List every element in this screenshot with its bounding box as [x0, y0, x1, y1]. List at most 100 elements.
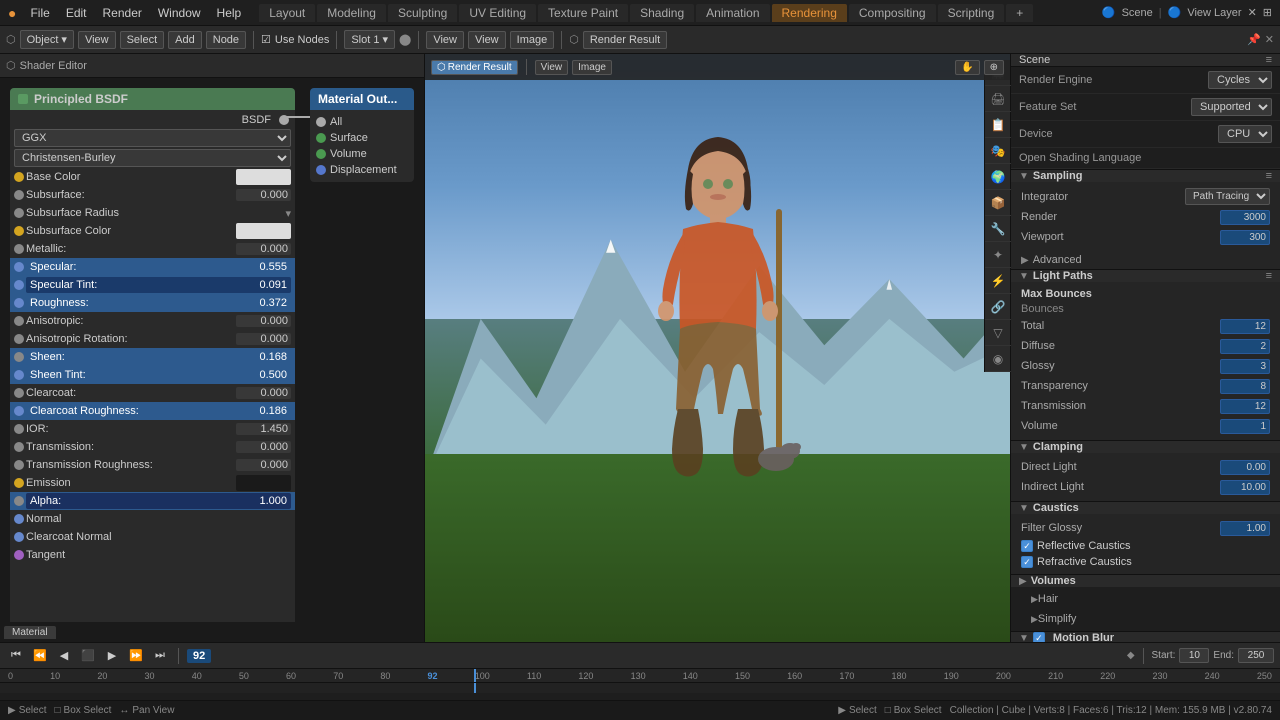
- sheen-tint-slider[interactable]: Sheen Tint: 0.500: [26, 367, 291, 383]
- feature-set-dropdown[interactable]: Supported: [1191, 98, 1272, 116]
- anisotropic-row[interactable]: Anisotropic:: [10, 312, 295, 330]
- clearcoat-normal-row[interactable]: Clearcoat Normal: [10, 528, 295, 546]
- base-color-row[interactable]: Base Color: [10, 168, 295, 186]
- view-dropdown[interactable]: View: [426, 31, 464, 49]
- top-right-x[interactable]: ✕: [1248, 6, 1257, 19]
- workspace-add[interactable]: +: [1006, 4, 1033, 22]
- transmission-roughness-row[interactable]: Transmission Roughness:: [10, 456, 295, 474]
- workspace-compositing[interactable]: Compositing: [849, 4, 936, 22]
- world-properties-icon[interactable]: 🌍: [1010, 164, 1011, 190]
- alpha-slider[interactable]: Alpha: 1.000: [26, 493, 291, 509]
- material-tab[interactable]: Material: [4, 626, 56, 639]
- subsurface-value[interactable]: [236, 189, 291, 201]
- workspace-layout[interactable]: Layout: [259, 4, 315, 22]
- render-properties-icon[interactable]: 🎬: [1010, 60, 1011, 86]
- normal-row[interactable]: Normal: [10, 510, 295, 528]
- metallic-value[interactable]: [236, 243, 291, 255]
- view-layer-properties-icon[interactable]: 📋: [1010, 112, 1011, 138]
- play-btn[interactable]: ▶: [102, 646, 122, 666]
- anisotropic-rotation-row[interactable]: Anisotropic Rotation:: [10, 330, 295, 348]
- workspace-sculpting[interactable]: Sculpting: [388, 4, 457, 22]
- end-frame-input[interactable]: [1238, 648, 1274, 663]
- sampling-settings-icon[interactable]: ≡: [1266, 170, 1272, 182]
- image-btn[interactable]: Image: [510, 31, 555, 49]
- render-menu[interactable]: Render: [97, 4, 148, 22]
- physics-properties-icon[interactable]: ⚡: [1010, 268, 1011, 294]
- particles-properties-icon[interactable]: ✦: [1010, 242, 1011, 268]
- volumes-section-header[interactable]: Volumes: [1011, 574, 1280, 587]
- sampling-section-header[interactable]: Sampling ≡: [1011, 169, 1280, 182]
- light-paths-section-header[interactable]: Light Paths ≡: [1011, 269, 1280, 282]
- workspace-uv-editing[interactable]: UV Editing: [459, 4, 536, 22]
- base-color-swatch[interactable]: [236, 169, 291, 185]
- refractive-caustics-checkbox[interactable]: ✓: [1021, 556, 1033, 568]
- distribution-row[interactable]: GGX: [10, 128, 295, 148]
- specular-tint-row[interactable]: Specular Tint: 0.091: [10, 276, 295, 294]
- render-result-btn[interactable]: ⬡ Render Result: [431, 60, 518, 75]
- clearcoat-value[interactable]: [236, 387, 291, 399]
- specular-row[interactable]: Specular: 0.555: [10, 258, 295, 276]
- tangent-row[interactable]: Tangent: [10, 546, 295, 564]
- material-properties-icon[interactable]: ◉: [1010, 346, 1011, 372]
- scene-properties-icon[interactable]: 🎭: [1010, 138, 1011, 164]
- select-btn[interactable]: Select: [120, 31, 165, 49]
- clearcoat-row[interactable]: Clearcoat:: [10, 384, 295, 402]
- workspace-rendering[interactable]: Rendering: [772, 4, 847, 22]
- integrator-dropdown[interactable]: Path Tracing: [1185, 188, 1270, 205]
- workspace-texture-paint[interactable]: Texture Paint: [538, 4, 628, 22]
- data-properties-icon[interactable]: ▽: [1010, 320, 1011, 346]
- indirect-light-value[interactable]: [1220, 480, 1270, 495]
- timeline-track[interactable]: [0, 683, 1280, 693]
- output-properties-icon[interactable]: 🖨: [1010, 86, 1011, 112]
- refractive-caustics-row[interactable]: ✓ Refractive Caustics: [1011, 554, 1280, 570]
- slot-dropdown[interactable]: Slot 1 ▾: [344, 30, 395, 49]
- start-frame-input[interactable]: [1179, 648, 1209, 663]
- viewport-crosshair-btn[interactable]: ⊕: [984, 60, 1004, 75]
- specular-tint-slider[interactable]: Specular Tint: 0.091: [26, 277, 291, 293]
- viewport-area[interactable]: ⬡ Render Result View Image ✋ ⊕: [425, 54, 1010, 642]
- subsurface-color-row[interactable]: Subsurface Color: [10, 222, 295, 240]
- transmission-bounces-value[interactable]: [1220, 399, 1270, 414]
- toolbar-close[interactable]: ✕: [1265, 33, 1274, 46]
- clearcoat-roughness-slider[interactable]: Clearcoat Roughness: 0.186: [26, 403, 291, 419]
- clearcoat-roughness-row[interactable]: Clearcoat Roughness: 0.186: [10, 402, 295, 420]
- subsurface-method-dropdown[interactable]: Christensen-Burley: [14, 149, 291, 167]
- direct-light-value[interactable]: [1220, 460, 1270, 475]
- workspace-shading[interactable]: Shading: [630, 4, 694, 22]
- subsurface-row[interactable]: Subsurface:: [10, 186, 295, 204]
- file-menu[interactable]: File: [24, 4, 55, 22]
- constraints-icon[interactable]: 🔗: [1010, 294, 1011, 320]
- transmission-value[interactable]: [236, 441, 291, 453]
- object-dropdown[interactable]: Object ▾: [20, 30, 74, 49]
- jump-end-btn[interactable]: ⏭: [150, 646, 170, 666]
- blender-logo[interactable]: ●: [8, 5, 16, 21]
- metallic-row[interactable]: Metallic:: [10, 240, 295, 258]
- reflective-caustics-checkbox[interactable]: ✓: [1021, 540, 1033, 552]
- next-frame-btn[interactable]: ⏩: [126, 646, 146, 666]
- window-menu[interactable]: Window: [152, 4, 207, 22]
- transmission-roughness-value[interactable]: [236, 459, 291, 471]
- ior-row[interactable]: IOR:: [10, 420, 295, 438]
- transmission-row[interactable]: Transmission:: [10, 438, 295, 456]
- roughness-row[interactable]: Roughness: 0.372: [10, 294, 295, 312]
- prev-frame-btn[interactable]: ⏪: [30, 646, 50, 666]
- subsurface-method-row[interactable]: Christensen-Burley: [10, 148, 295, 168]
- sheen-tint-row[interactable]: Sheen Tint: 0.500: [10, 366, 295, 384]
- specular-slider[interactable]: Specular: 0.555: [26, 259, 291, 275]
- render-samples-value[interactable]: [1220, 210, 1270, 225]
- viewport-image-btn[interactable]: Image: [572, 60, 612, 75]
- total-bounces-value[interactable]: [1220, 319, 1270, 334]
- workspace-animation[interactable]: Animation: [696, 4, 769, 22]
- advanced-section[interactable]: Advanced: [1011, 251, 1280, 269]
- ior-value[interactable]: [236, 423, 291, 435]
- emission-row[interactable]: Emission: [10, 474, 295, 492]
- node-btn[interactable]: Node: [206, 31, 246, 49]
- edit-menu[interactable]: Edit: [60, 4, 93, 22]
- filter-glossy-value[interactable]: [1220, 521, 1270, 536]
- sheen-slider[interactable]: Sheen: 0.168: [26, 349, 291, 365]
- use-nodes-checkbox[interactable]: ☑: [261, 33, 271, 46]
- roughness-slider[interactable]: Roughness: 0.372: [26, 295, 291, 311]
- modifier-properties-icon[interactable]: 🔧: [1010, 216, 1011, 242]
- anisotropic-rotation-value[interactable]: [236, 333, 291, 345]
- glossy-bounces-value[interactable]: [1220, 359, 1270, 374]
